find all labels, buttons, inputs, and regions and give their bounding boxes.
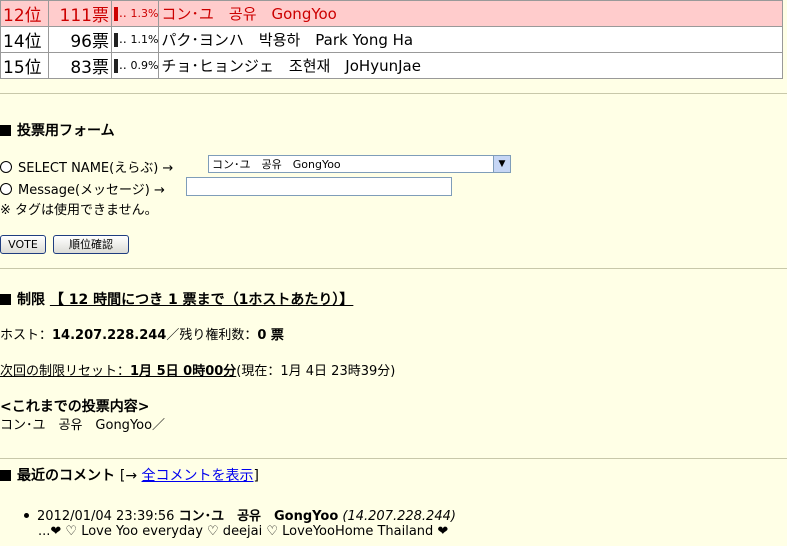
select-name-row: SELECT NAME(えらぶ) →	[0, 157, 173, 176]
ranking-row-15: 15位 83票 .. 0.9% チョ･ヒョンジェ 조현재 JoHyunJae	[0, 52, 783, 79]
comment-name: コン･ユ 공유 GongYoo	[178, 509, 339, 524]
percent-cell: .. 1.3%	[110, 0, 160, 27]
name-select[interactable]: コン･ユ 공유 GongYoo ▼	[208, 155, 511, 173]
comment-ip: (14.207.228.244)	[342, 509, 456, 524]
vote-bar	[114, 33, 118, 47]
comments-heading: 最近のコメント [→ 全コメントを表示]	[0, 465, 259, 485]
reset-time: 1月 5日 0時00分	[130, 364, 237, 379]
votes-cell: 111票	[48, 0, 112, 27]
rank-cell: 14位	[0, 26, 49, 53]
votes-cell: 96票	[48, 26, 112, 53]
vote-button[interactable]: VOTE	[0, 235, 46, 254]
limit-heading: 制限 【 12 時間につき 1 票まで（1ホストあたり）】	[0, 289, 353, 309]
percent-value: 1.1%	[130, 33, 159, 46]
divider	[0, 93, 787, 94]
tag-note: ※ タグは使用できません。	[0, 203, 158, 218]
ranking-row-12: 12位 111票 .. 1.3% コン･ユ 공유 GongYoo	[0, 0, 783, 27]
percent-value: 0.9%	[130, 59, 159, 72]
percent-value: 1.3%	[130, 7, 159, 20]
all-comments-link[interactable]: 全コメントを表示	[142, 468, 254, 484]
remaining-votes: 0 票	[257, 328, 284, 343]
divider	[0, 268, 787, 269]
vote-form-heading: 投票用フォーム	[0, 120, 115, 140]
message-label: Message(メッセージ) →	[18, 183, 165, 198]
ranking-table: 12位 111票 .. 1.3% コン･ユ 공유 GongYoo 14位 96票…	[0, 0, 783, 79]
name-cell: チョ･ヒョンジェ 조현재 JoHyunJae	[158, 52, 783, 79]
vote-bar	[114, 7, 118, 21]
square-bullet-icon	[0, 470, 11, 481]
votes-cell: 83票	[48, 52, 112, 79]
percent-cell: .. 0.9%	[110, 52, 160, 79]
vote-bar	[114, 59, 118, 73]
history-value: コン･ユ 공유 GongYoo／	[0, 418, 166, 433]
ranking-row-14: 14位 96票 .. 1.1% パク･ヨンハ 박용하 Park Yong Ha	[0, 26, 783, 53]
comment-item: 2012/01/04 23:39:56 コン･ユ 공유 GongYoo (14.…	[24, 505, 456, 524]
comment-datetime: 2012/01/04 23:39:56	[37, 509, 175, 524]
percent-cell: .. 1.1%	[110, 26, 160, 53]
name-select-value: コン･ユ 공유 GongYoo	[212, 158, 341, 171]
host-ip: 14.207.228.244	[52, 328, 167, 343]
reset-info: 次回の制限リセット：1月 5日 0時00分(現在：1月 4日 23時39分)	[0, 364, 396, 379]
divider	[0, 458, 787, 459]
rank-check-button[interactable]: 順位確認	[53, 235, 129, 254]
chevron-down-icon[interactable]: ▼	[493, 156, 510, 172]
message-radio[interactable]	[0, 183, 12, 195]
name-cell: パク･ヨンハ 박용하 Park Yong Ha	[158, 26, 783, 53]
comment-text: ...❤ ♡ Love Yoo everyday ♡ deejai ♡ Love…	[38, 524, 449, 539]
message-input[interactable]	[186, 177, 452, 196]
message-row: Message(メッセージ) →	[0, 179, 165, 198]
history-heading: <これまでの投票内容>	[0, 399, 150, 415]
square-bullet-icon	[0, 125, 11, 136]
select-name-label: SELECT NAME(えらぶ) →	[18, 161, 174, 176]
limit-rule: 【 12 時間につき 1 票まで（1ホストあたり）】	[49, 292, 354, 308]
name-cell: コン･ユ 공유 GongYoo	[158, 0, 783, 27]
rank-cell: 15位	[0, 52, 49, 79]
current-time: (現在：1月 4日 23時39分)	[236, 364, 396, 379]
select-name-radio[interactable]	[0, 161, 12, 173]
host-info: ホスト：14.207.228.244／残り権利数：0 票	[0, 328, 284, 343]
bullet-icon	[24, 513, 29, 518]
rank-cell: 12位	[0, 0, 49, 27]
square-bullet-icon	[0, 294, 11, 305]
